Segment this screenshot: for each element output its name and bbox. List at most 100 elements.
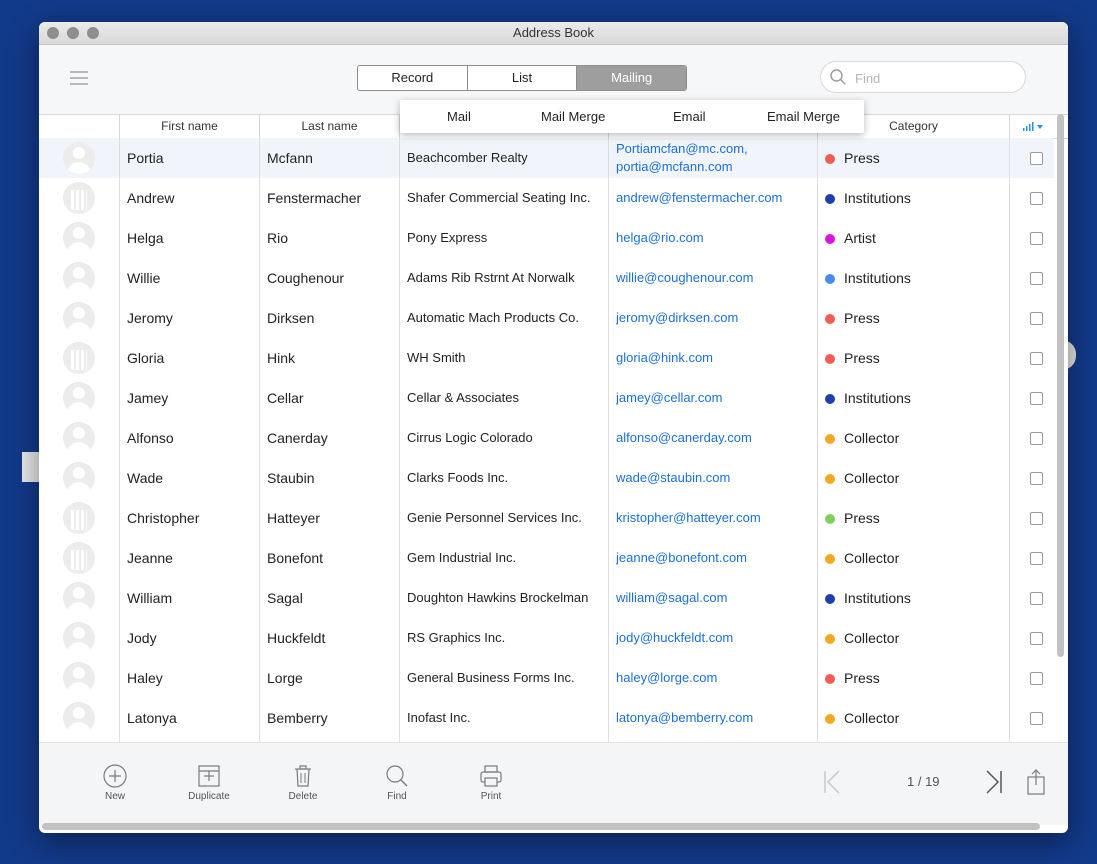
last-name-cell: Dirksen [267, 310, 315, 326]
print-button[interactable]: Print [461, 763, 521, 802]
table-row[interactable]: Christopher Hatteyer Genie Personnel Ser… [39, 498, 1054, 538]
email-link[interactable]: gloria@hink.com [616, 338, 816, 378]
row-checkbox[interactable] [1030, 272, 1043, 285]
tab-list[interactable]: List [468, 66, 578, 90]
table-row[interactable]: Jody Huckfeldt RS Graphics Inc. jody@huc… [39, 618, 1054, 658]
delete-label: Delete [288, 791, 318, 802]
trash-icon [295, 765, 311, 787]
table-row[interactable]: Alfonso Canerday Cirrus Logic Colorado a… [39, 418, 1054, 458]
row-checkbox[interactable] [1030, 552, 1043, 565]
email-link[interactable]: Portiamcfan@mc.com, [616, 141, 748, 156]
zoom-window-button[interactable] [87, 27, 99, 39]
scrollbar-thumb[interactable] [1057, 114, 1064, 657]
email-link[interactable]: kristopher@hatteyer.com [616, 498, 816, 538]
email-link[interactable]: haley@lorge.com [616, 658, 816, 698]
column-header-first-name[interactable]: First name [119, 115, 259, 138]
company-cell: Adams Rib Rstrnt At Norwalk [407, 270, 575, 285]
email-link[interactable]: william@sagal.com [616, 578, 816, 618]
row-checkbox[interactable] [1030, 392, 1043, 405]
email-link[interactable]: andrew@fenstermacher.com [616, 178, 816, 218]
bottom-toolbar: New Duplicate Delete Find Print 1 / 19 [39, 742, 1068, 825]
category-color-dot [825, 314, 835, 324]
first-name-cell: Jody [127, 630, 157, 646]
tab-mailing[interactable]: Mailing [577, 66, 686, 90]
email-link[interactable]: latonya@bemberry.com [616, 698, 816, 738]
row-checkbox[interactable] [1030, 592, 1043, 605]
first-name-cell: Wade [127, 470, 164, 486]
title-bar: Address Book [39, 22, 1068, 45]
company-cell: General Business Forms Inc. [407, 670, 575, 685]
last-name-cell: Canerday [267, 430, 328, 446]
search-box [820, 61, 1026, 93]
row-checkbox[interactable] [1030, 512, 1043, 525]
table-row[interactable]: Jeromy Dirksen Automatic Mach Products C… [39, 298, 1054, 338]
email-link[interactable]: jeanne@bonefont.com [616, 538, 816, 578]
category-cell: Institutions [825, 258, 1005, 298]
table-row[interactable]: William Sagal Doughton Hawkins Brockelma… [39, 578, 1054, 618]
tab-record[interactable]: Record [358, 66, 468, 90]
row-checkbox[interactable] [1030, 192, 1043, 205]
table-row[interactable]: Andrew Fenstermacher Shafer Commercial S… [39, 178, 1054, 218]
row-checkbox[interactable] [1030, 632, 1043, 645]
close-window-button[interactable] [47, 27, 59, 39]
last-name-cell: Coughenour [267, 270, 345, 286]
row-checkbox[interactable] [1030, 312, 1043, 325]
find-button[interactable]: Find [367, 763, 427, 802]
category-color-dot [825, 154, 835, 164]
company-cell: Automatic Mach Products Co. [407, 310, 579, 325]
table-row[interactable]: Haley Lorge General Business Forms Inc. … [39, 658, 1054, 698]
search-input[interactable] [853, 67, 1017, 89]
email-link[interactable]: helga@rio.com [616, 218, 816, 258]
table-row[interactable]: Wade Staubin Clarks Foods Inc. wade@stau… [39, 458, 1054, 498]
share-icon[interactable] [1025, 767, 1047, 797]
column-header-last-name[interactable]: Last name [259, 115, 399, 138]
email-link[interactable]: alfonso@canerday.com [616, 418, 816, 458]
table-row[interactable]: Willie Coughenour Adams Rib Rstrnt At No… [39, 258, 1054, 298]
vertical-scrollbar[interactable] [1056, 114, 1064, 748]
table-row[interactable]: Portia Mcfann Beachcomber Realty Portiam… [39, 138, 1054, 178]
column-divider [1009, 138, 1010, 742]
row-checkbox[interactable] [1030, 232, 1043, 245]
email-link[interactable]: jamey@cellar.com [616, 378, 816, 418]
new-button[interactable]: New [85, 763, 145, 802]
search-icon [830, 69, 846, 85]
first-name-cell: Alfonso [127, 430, 174, 446]
company-cell: Pony Express [407, 230, 488, 245]
row-checkbox[interactable] [1030, 472, 1043, 485]
table-row[interactable]: Helga Rio Pony Express helga@rio.com Art… [39, 218, 1054, 258]
email-link[interactable]: jody@huckfeldt.com [616, 618, 816, 658]
column-options-button[interactable] [1009, 115, 1055, 138]
print-label: Print [480, 791, 502, 802]
table-row[interactable]: Latonya Bemberry Inofast Inc. latonya@be… [39, 698, 1054, 738]
table-row[interactable]: Jeanne Bonefont Gem Industrial Inc. jean… [39, 538, 1054, 578]
minimize-window-button[interactable] [67, 27, 79, 39]
previous-page-icon[interactable] [822, 767, 842, 797]
delete-button[interactable]: Delete [273, 763, 333, 802]
column-divider [608, 138, 609, 742]
menu-item-mail[interactable]: Mail [447, 100, 471, 133]
last-name-cell: Hatteyer [267, 510, 320, 526]
row-checkbox[interactable] [1030, 712, 1043, 725]
menu-item-email-merge[interactable]: Email Merge [767, 100, 840, 133]
email-link[interactable]: willie@coughenour.com [616, 258, 816, 298]
last-name-cell: Fenstermacher [267, 190, 362, 206]
duplicate-button[interactable]: Duplicate [179, 763, 239, 802]
email-cell[interactable]: Portiamcfan@mc.com, portia@mcfann.com [616, 140, 816, 176]
table-row[interactable]: Gloria Hink WH Smith gloria@hink.com Pre… [39, 338, 1054, 378]
row-checkbox[interactable] [1030, 352, 1043, 365]
row-checkbox[interactable] [1030, 152, 1043, 165]
row-checkbox[interactable] [1030, 432, 1043, 445]
email-link[interactable]: jeromy@dirksen.com [616, 298, 816, 338]
menu-item-mail-merge[interactable]: Mail Merge [541, 100, 605, 133]
row-checkbox[interactable] [1030, 672, 1043, 685]
horizontal-scrollbar[interactable] [42, 823, 1040, 830]
menu-icon[interactable] [70, 71, 88, 89]
address-book-window: Address Book Record List Mailing First n… [39, 22, 1068, 833]
email-link[interactable]: wade@staubin.com [616, 458, 816, 498]
menu-item-email[interactable]: Email [673, 100, 706, 133]
next-page-icon[interactable] [984, 767, 1004, 797]
table-row[interactable]: Jamey Cellar Cellar & Associates jamey@c… [39, 378, 1054, 418]
email-link-secondary[interactable]: portia@mcfann.com [616, 159, 733, 174]
company-cell: Doughton Hawkins Brockelman [407, 590, 589, 605]
magnifier-icon [386, 765, 408, 787]
